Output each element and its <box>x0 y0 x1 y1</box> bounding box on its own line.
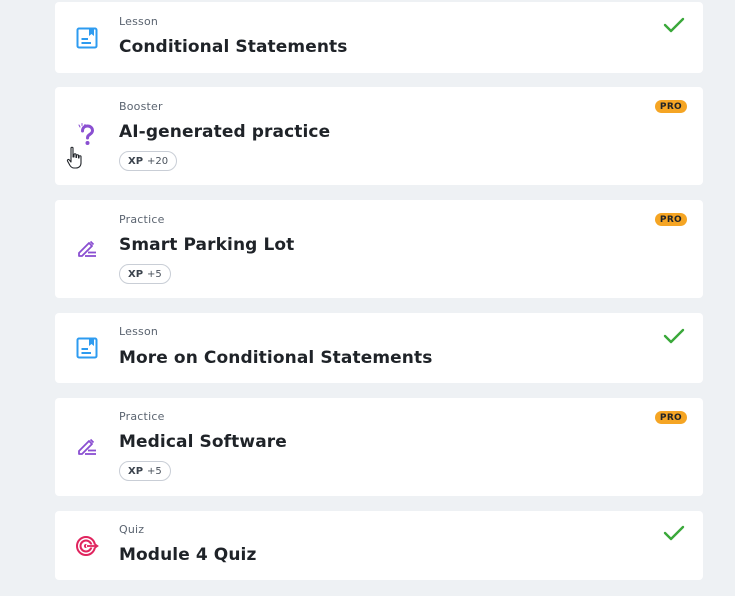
item-title: Module 4 Quiz <box>119 545 257 565</box>
lesson-icon <box>76 27 98 49</box>
xp-label: XP <box>128 268 144 280</box>
target-icon <box>76 536 99 556</box>
xp-value: +20 <box>147 155 169 167</box>
xp-pill: XP +5 <box>119 264 171 284</box>
module-item-quiz[interactable]: Quiz Module 4 Quiz <box>55 511 703 580</box>
pro-badge: PRO <box>654 213 687 226</box>
item-title: More on Conditional Statements <box>119 348 433 368</box>
module-item-practice[interactable]: Practice Medical Software XP +5 PRO <box>55 398 703 496</box>
check-icon <box>663 17 685 33</box>
pencil-icon <box>78 240 96 257</box>
question-icon <box>78 123 95 145</box>
item-type-label: Quiz <box>119 523 145 536</box>
hand-cursor-icon <box>66 146 82 169</box>
xp-label: XP <box>128 465 144 477</box>
xp-value: +5 <box>147 465 162 477</box>
item-type-label: Lesson <box>119 15 159 28</box>
pro-badge: PRO <box>654 100 687 113</box>
check-icon <box>663 525 685 541</box>
item-type-label: Booster <box>119 100 163 113</box>
check-icon <box>663 328 685 344</box>
pencil-icon <box>78 438 96 455</box>
lesson-icon <box>76 337 98 359</box>
module-item-lesson[interactable]: Lesson More on Conditional Statements <box>55 313 703 383</box>
xp-label: XP <box>128 155 144 167</box>
item-title: AI-generated practice <box>119 122 331 142</box>
item-title: Conditional Statements <box>119 37 348 57</box>
item-title: Medical Software <box>119 432 287 452</box>
xp-value: +5 <box>147 268 162 280</box>
module-item-lesson[interactable]: Lesson Conditional Statements <box>55 2 703 73</box>
item-type-label: Lesson <box>119 325 159 338</box>
module-item-booster[interactable]: Booster AI-generated practice XP +20 PRO <box>55 87 703 185</box>
item-title: Smart Parking Lot <box>119 235 295 255</box>
xp-pill: XP +20 <box>119 151 178 171</box>
xp-pill: XP +5 <box>119 461 171 481</box>
pro-badge: PRO <box>654 411 687 424</box>
item-type-label: Practice <box>119 410 165 423</box>
item-type-label: Practice <box>119 213 165 226</box>
module-item-practice[interactable]: Practice Smart Parking Lot XP +5 PRO <box>55 200 703 298</box>
